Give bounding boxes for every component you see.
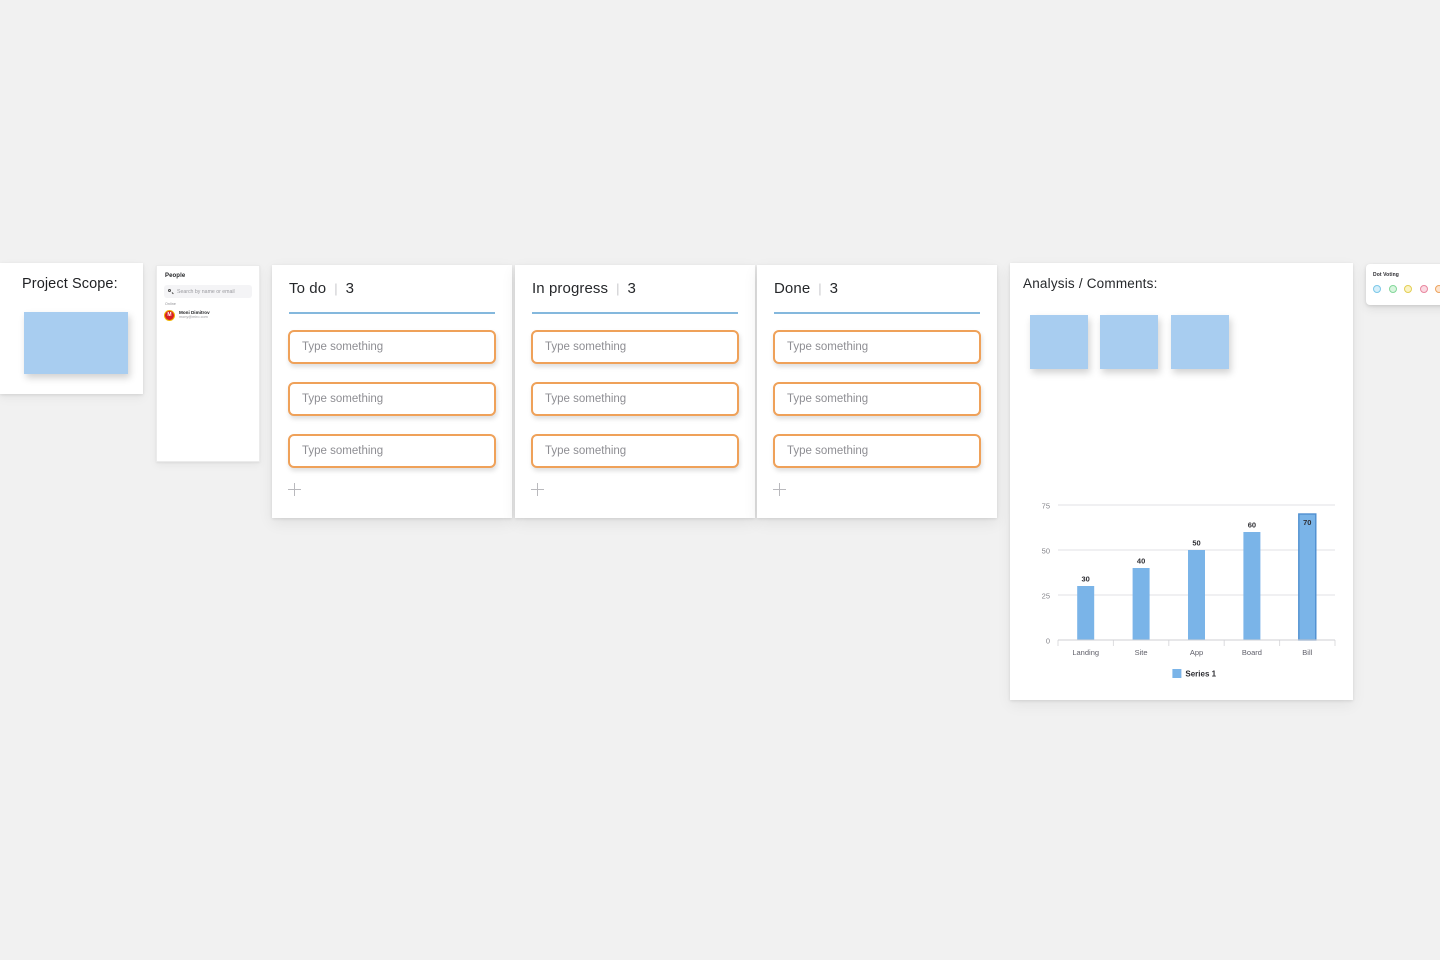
kanban-count: 3 (345, 280, 354, 297)
chart-ytick-label: 25 (1042, 592, 1050, 601)
kanban-separator: | (818, 281, 822, 296)
analysis-sticky-note[interactable] (1171, 315, 1229, 369)
kanban-card-input[interactable] (302, 341, 475, 353)
analysis-panel-title: Analysis / Comments: (1023, 276, 1158, 291)
chart-bar-value-label: 50 (1192, 539, 1200, 548)
kanban-card[interactable] (288, 434, 496, 468)
add-card-icon[interactable] (288, 483, 302, 497)
dot-voting-swatch-green[interactable] (1388, 285, 1397, 293)
kanban-divider (532, 312, 738, 314)
analysis-sticky-note[interactable] (1030, 315, 1088, 369)
chart-xtick-label: Site (1135, 648, 1148, 657)
kanban-title: Done (774, 280, 811, 297)
chart-ytick-label: 50 (1042, 547, 1050, 556)
kanban-title: In progress (532, 280, 609, 297)
chart-bar[interactable] (1243, 532, 1261, 640)
project-scope-sticky-note[interactable] (24, 312, 128, 374)
kanban-separator: | (616, 281, 620, 296)
add-card-icon[interactable] (773, 483, 787, 497)
dot-voting-swatches (1373, 285, 1440, 293)
chart-bar-value-label: 40 (1137, 557, 1145, 566)
kanban-card[interactable] (773, 434, 981, 468)
kanban-card[interactable] (531, 330, 739, 364)
whiteboard-canvas: Project Scope: People Online M Moni Dimi… (0, 0, 1440, 960)
chart-bar[interactable] (1132, 568, 1150, 640)
dot-voting-swatch-yellow[interactable] (1404, 285, 1412, 293)
kanban-card[interactable] (773, 382, 981, 416)
chart-xtick-label: Board (1242, 648, 1262, 657)
kanban-card[interactable] (531, 434, 739, 468)
people-member-row[interactable]: M Moni Dimitrov mony@miro.com (164, 308, 252, 322)
dot-voting-swatch-pink[interactable] (1419, 285, 1428, 293)
kanban-header-in-progress: In progress | 3 (532, 280, 636, 297)
chart-bar-value-label: 30 (1082, 575, 1090, 584)
analysis-comments-panel: Analysis / Comments: 0 25 50 75 30 Landing 40 S… (1010, 263, 1353, 700)
analysis-sticky-note[interactable] (1100, 315, 1158, 369)
kanban-separator: | (334, 281, 338, 296)
bar-chart-svg: 0 25 50 75 30 Landing 40 Site 50 App 60 Board 70 Bill… (1042, 502, 1336, 679)
kanban-card-input[interactable] (787, 393, 960, 405)
kanban-divider (289, 312, 495, 314)
people-member-email: mony@miro.com (179, 315, 208, 320)
chart-bar[interactable] (1077, 586, 1095, 640)
chart-legend-label: Series 1 (1185, 670, 1216, 679)
search-icon (168, 288, 174, 295)
kanban-card[interactable] (773, 330, 981, 364)
kanban-count: 3 (829, 280, 838, 297)
add-card-icon[interactable] (531, 483, 545, 497)
people-online-label: Online (165, 302, 176, 306)
kanban-card-input[interactable] (545, 341, 718, 353)
kanban-card-input[interactable] (302, 393, 475, 405)
chart-bar[interactable] (1188, 550, 1205, 640)
kanban-header-todo: To do | 3 (289, 280, 354, 297)
chart-ytick-label: 0 (1046, 637, 1050, 646)
chart-xtick-label: App (1190, 648, 1203, 657)
dot-voting-panel: Dot Voting (1366, 264, 1440, 305)
chart-ytick-label: 75 (1042, 502, 1050, 511)
chart-xtick-label: Bill (1302, 648, 1312, 657)
kanban-count: 3 (627, 280, 636, 297)
kanban-card-input[interactable] (545, 393, 718, 405)
people-panel-title: People (165, 273, 186, 279)
kanban-title: To do (289, 280, 327, 297)
search-input[interactable] (177, 288, 248, 295)
kanban-divider (774, 312, 980, 314)
dot-voting-swatch-orange[interactable] (1435, 285, 1440, 293)
chart-legend-swatch (1172, 669, 1182, 678)
chart-bar[interactable] (1298, 513, 1317, 641)
kanban-card[interactable] (288, 330, 496, 364)
people-panel: People Online M Moni Dimitrov mony@miro.… (156, 265, 260, 462)
chart-bar-value-label: 60 (1248, 521, 1256, 530)
kanban-column-done: Done | 3 (757, 265, 997, 518)
chart-bar-value-label: 70 (1303, 518, 1311, 527)
people-search-box[interactable] (164, 285, 252, 298)
kanban-header-done: Done | 3 (774, 280, 838, 297)
kanban-card-input[interactable] (302, 445, 475, 457)
dot-voting-title: Dot Voting (1373, 272, 1399, 278)
kanban-card[interactable] (288, 382, 496, 416)
kanban-card-input[interactable] (787, 445, 960, 457)
kanban-card-input[interactable] (787, 341, 960, 353)
project-scope-title: Project Scope: (22, 276, 118, 292)
kanban-card[interactable] (531, 382, 739, 416)
kanban-card-input[interactable] (545, 445, 718, 457)
bar-chart: 0 25 50 75 30 Landing 40 Site 50 App 60 Board 70 Bill… (1020, 488, 1345, 688)
dot-voting-swatch-blue[interactable] (1373, 285, 1381, 293)
kanban-column-in-progress: In progress | 3 (515, 265, 755, 518)
kanban-column-todo: To do | 3 (272, 265, 512, 518)
chart-xtick-label: Landing (1072, 648, 1099, 657)
people-member-text: Moni Dimitrov mony@miro.com (179, 310, 210, 320)
avatar: M (164, 309, 175, 321)
